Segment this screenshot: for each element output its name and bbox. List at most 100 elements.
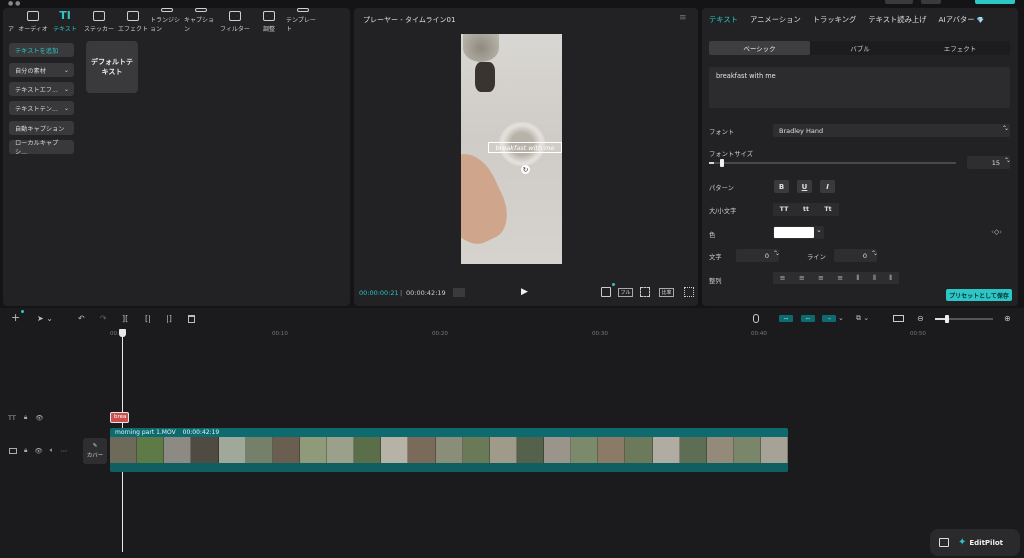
rotate-handle-icon[interactable]: ↻ — [521, 165, 530, 174]
inspector-tab-4[interactable]: AIアバター — [938, 15, 974, 25]
delete-icon[interactable] — [188, 315, 195, 323]
line-spacing-input[interactable]: 0 ⌃⌄ — [834, 249, 878, 262]
audio-icon — [27, 11, 39, 21]
zoom-out-icon[interactable]: ⊖ — [917, 314, 924, 323]
link-preview-icon[interactable]: ⊸ — [822, 315, 836, 322]
inspector-tab-3[interactable]: テキスト読み上げ — [868, 15, 926, 25]
tab-filter[interactable]: フィルター — [218, 8, 252, 38]
char-spacing-input[interactable]: 0 ⌃⌄ — [736, 249, 780, 262]
tab-sticker[interactable]: ステッカー — [82, 8, 116, 38]
case-lower-button[interactable]: tt — [795, 203, 817, 216]
align-vertical-center-icon[interactable]: ⦀ — [873, 274, 876, 283]
sidebar-item-0[interactable]: テキストを追加 — [9, 43, 74, 57]
align-vertical-right-icon[interactable]: ⦀ — [889, 274, 892, 283]
align-right-icon[interactable]: ≡ — [818, 274, 824, 282]
align-left-icon[interactable]: ≡ — [780, 274, 786, 282]
sidebar-item-5[interactable]: ローカルキャプシ... — [9, 140, 74, 156]
sidebar-item-4[interactable]: 自動キャプション — [9, 121, 74, 135]
tab-text[interactable]: TI テキスト — [48, 8, 82, 38]
select-tool-icon[interactable]: ➤ ⌄ — [37, 314, 53, 323]
align-center-icon[interactable]: ≡ — [799, 274, 805, 282]
sidebar-item-1[interactable]: 自分の素材 ⌄ — [9, 63, 74, 77]
play-button[interactable]: ▶ — [521, 287, 528, 297]
color-picker[interactable]: ⌄ — [773, 226, 824, 239]
top-left-icons: ● ● — [8, 0, 21, 7]
video-clip[interactable]: morning part 1.MOV 00:00:42:19 — [110, 428, 788, 472]
default-text-card[interactable]: デフォルトテキスト — [86, 41, 138, 93]
tab-template[interactable]: テンプレート — [286, 8, 320, 38]
sidebar-item-label: 自分の素材 — [15, 67, 46, 75]
link-snap-icon[interactable]: ⊷ — [801, 315, 815, 322]
link-dropdown-icon[interactable]: ⌄ — [838, 314, 844, 322]
player-menu-icon[interactable]: ≡ — [679, 13, 687, 23]
full-quality-button[interactable]: フル — [618, 288, 633, 297]
video-thumbnails — [110, 437, 788, 463]
align-vertical-left-icon[interactable]: ⦀ — [856, 274, 859, 283]
cover-button[interactable]: ✎ カバー — [83, 438, 107, 464]
tab-effects[interactable]: エフェクト — [116, 8, 150, 38]
zoom-slider[interactable] — [935, 315, 993, 323]
sidebar-item-2[interactable]: テキストエフ... ⌄ — [9, 82, 74, 96]
text-track-visibility-icon[interactable]: 👁︎ — [35, 414, 43, 422]
video-track-more-icon[interactable]: ⋯ — [61, 447, 68, 455]
bold-button[interactable]: B — [774, 180, 789, 193]
trim-left-icon[interactable]: [| — [145, 314, 151, 323]
save-preset-button[interactable]: プリセットとして保存 — [946, 289, 1012, 301]
ratio-button[interactable]: 比率 — [659, 288, 674, 297]
redo-icon[interactable]: ↷ — [100, 314, 107, 323]
split-icon[interactable]: ][ — [122, 314, 128, 323]
crop-icon[interactable] — [601, 287, 611, 297]
text-clip[interactable]: brea — [110, 412, 129, 423]
italic-button[interactable]: I — [820, 180, 835, 193]
editpilot-badge[interactable]: ✦ EditPilot — [930, 529, 1020, 556]
segment-bubble[interactable]: バブル — [810, 41, 910, 55]
font-size-slider[interactable] — [709, 159, 956, 167]
font-size-slider-thumb[interactable] — [719, 159, 724, 167]
align-justify-icon[interactable]: ≡ — [837, 274, 843, 282]
video-track-audio-icon[interactable]: 🔈︎ — [50, 446, 54, 455]
segment-basic[interactable]: ベーシック — [709, 41, 810, 55]
case-upper-button[interactable]: TT — [773, 203, 795, 216]
text-overlay-box[interactable]: breakfast with me — [488, 142, 562, 153]
window-button[interactable] — [885, 0, 913, 4]
link-main-track-icon[interactable]: ⊶ — [779, 315, 793, 322]
font-size-input[interactable]: 15 ⌃⌄ — [967, 156, 1011, 169]
fullscreen-icon[interactable] — [684, 287, 694, 297]
char-spacing-stepper-icon[interactable]: ⌃⌄ — [773, 250, 780, 257]
line-spacing-stepper-icon[interactable]: ⌃⌄ — [871, 250, 878, 257]
video-track-lock-icon[interactable]: 🔒︎ — [24, 446, 27, 455]
case-label: 大/小文字 — [709, 208, 737, 215]
screenshot-icon[interactable] — [640, 287, 650, 297]
video-thumbnail — [272, 437, 300, 463]
playhead-handle[interactable] — [119, 329, 126, 337]
font-select[interactable]: Bradley Hand ⌃⌄ — [773, 124, 1010, 137]
audio-track-icon[interactable]: ⧉ ⌄ — [856, 314, 869, 323]
case-title-button[interactable]: Tt — [817, 203, 839, 216]
text-input[interactable]: breakfast with me — [709, 67, 1010, 108]
tab-transition[interactable]: トランジション — [150, 8, 184, 38]
add-icon[interactable]: + — [11, 311, 20, 324]
zoom-slider-thumb[interactable] — [945, 315, 949, 323]
underline-button[interactable]: U — [797, 180, 812, 193]
inspector-tab-1[interactable]: アニメーション — [750, 15, 801, 25]
tab-audio[interactable]: オーディオ — [18, 8, 48, 38]
font-size-stepper-icon[interactable]: ⌃⌄ — [1004, 157, 1011, 164]
text-track-lock-icon[interactable]: 🔒︎ — [24, 413, 27, 422]
tab-media[interactable]: ア — [4, 8, 18, 38]
trim-right-icon[interactable]: |] — [166, 314, 172, 323]
undo-icon[interactable]: ↶ — [78, 314, 85, 323]
mic-icon[interactable] — [753, 314, 759, 323]
sidebar-item-3[interactable]: テキストテン... ⌄ — [9, 101, 74, 115]
keyframe-nav-icon[interactable]: ‹◇› — [991, 228, 1002, 236]
tab-adjust[interactable]: 調整 — [252, 8, 286, 38]
video-track-visibility-icon[interactable]: 👁︎ — [34, 447, 42, 455]
segment-effect[interactable]: エフェクト — [910, 41, 1010, 55]
account-button[interactable] — [921, 0, 941, 4]
inspector-tab-0[interactable]: テキスト — [709, 15, 738, 25]
keyframe-icon[interactable]: ◇ — [994, 228, 999, 236]
fit-timeline-icon[interactable] — [893, 315, 904, 322]
inspector-tab-2[interactable]: トラッキング — [813, 15, 857, 25]
export-button[interactable] — [975, 0, 1015, 4]
zoom-in-icon[interactable]: ⊕ — [1004, 314, 1011, 323]
tab-caption[interactable]: キャプション — [184, 8, 218, 38]
